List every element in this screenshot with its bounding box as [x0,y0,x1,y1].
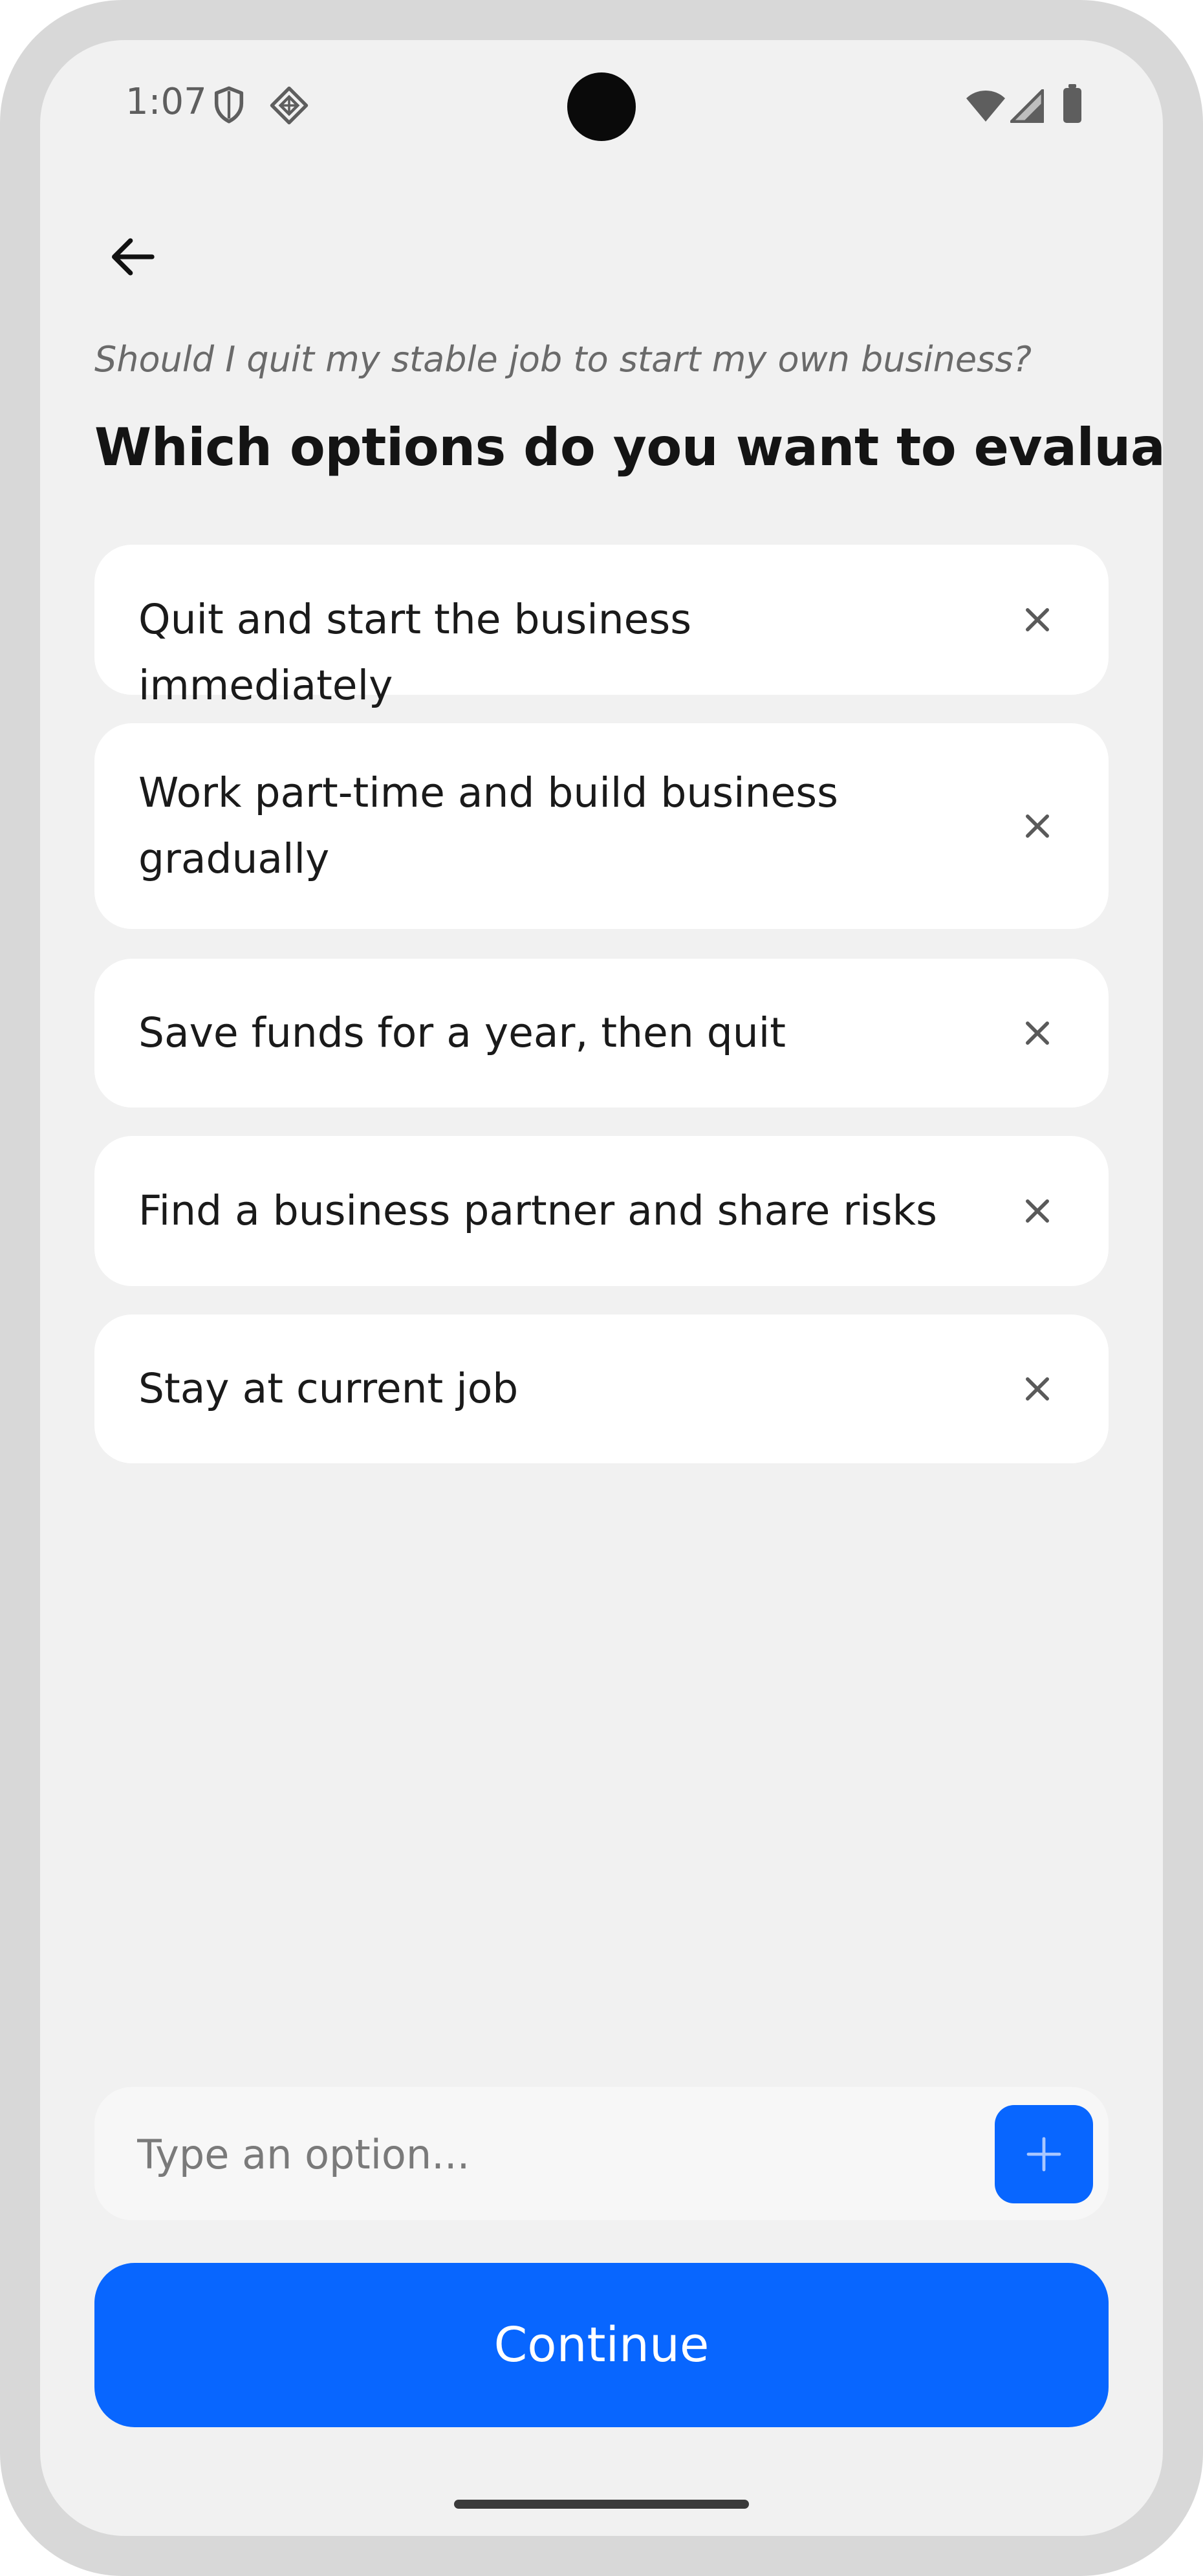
device-frame: 1:07 Should I quit my stable job to star… [0,0,1203,2576]
close-icon [1026,1021,1049,1045]
option-card: Work part-time and build business gradua… [94,723,1109,929]
option-card: Stay at current job [94,1315,1109,1463]
decision-question: Should I quit my stable job to start my … [94,339,1032,380]
home-indicator[interactable] [454,2500,749,2509]
remove-option-button[interactable] [1005,1001,1070,1065]
option-input[interactable] [136,2113,915,2196]
front-camera [567,72,636,141]
remove-option-button[interactable] [1005,1179,1070,1243]
option-card: Save funds for a year, then quit [94,959,1109,1108]
option-label: Save funds for a year, then quit [138,1009,786,1056]
close-icon [1026,1199,1049,1223]
option-card: Find a business partner and share risks [94,1136,1109,1286]
wifi-icon [966,91,1005,122]
arrow-left-icon [112,238,155,276]
app-screen: 1:07 Should I quit my stable job to star… [40,40,1163,2536]
option-label: Work part-time and build business gradua… [138,769,838,882]
status-time: 1:07 [125,81,207,123]
add-option-bar [94,2087,1109,2220]
remove-option-button[interactable] [1005,794,1070,858]
signal-icon [1010,89,1044,123]
option-card: Quit and start the business immediately [94,545,1109,709]
page-title: Which options do you want to evaluate? [94,417,1163,477]
diamond-icon [270,86,309,125]
close-icon [1026,1377,1049,1401]
remove-option-button[interactable] [1005,587,1070,652]
remove-option-button[interactable] [1005,1357,1070,1421]
option-label: Quit and start the business immediately [138,596,692,709]
battery-icon [1063,84,1081,123]
option-label: Find a business partner and share risks [138,1187,937,1234]
shield-icon [214,86,244,124]
close-icon [1026,608,1049,631]
option-label: Stay at current job [138,1365,519,1412]
continue-button[interactable]: Continue [94,2263,1109,2427]
back-button[interactable] [97,221,168,292]
close-icon [1026,814,1049,838]
add-option-button[interactable] [995,2105,1093,2203]
plus-icon [1026,2137,1061,2172]
